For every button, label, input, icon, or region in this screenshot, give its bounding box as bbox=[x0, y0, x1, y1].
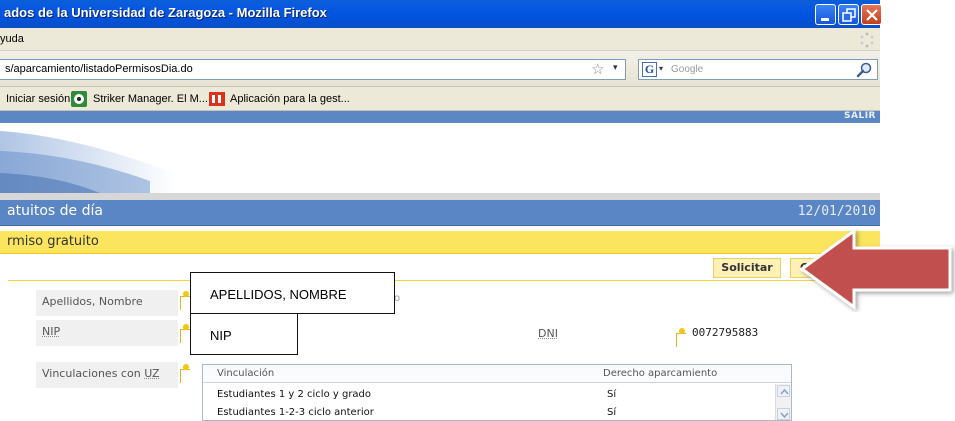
url-bar[interactable]: s/aparcamiento/listadoPermisosDia.do ☆ ▾ bbox=[0, 59, 626, 80]
vinculaciones-label: Vinculaciones con UZ bbox=[36, 362, 178, 388]
chevron-up-icon bbox=[780, 388, 789, 395]
uz-abbreviation: UZ bbox=[144, 367, 160, 380]
search-engine-icon[interactable]: G bbox=[642, 62, 657, 77]
table-cell: Sí bbox=[607, 407, 617, 418]
search-engine-dropdown-icon[interactable]: ▾ bbox=[659, 64, 663, 73]
current-date: 12/01/2010 bbox=[797, 204, 876, 219]
actions-divider bbox=[8, 280, 880, 281]
dni-label: DNI bbox=[538, 327, 558, 340]
throbber-icon bbox=[860, 32, 874, 48]
banner bbox=[0, 123, 880, 193]
logout-link[interactable]: SALIR bbox=[844, 111, 876, 121]
section-title-bar: rmiso gratuito bbox=[0, 231, 880, 254]
menu-help[interactable]: yuda bbox=[0, 33, 24, 45]
page-title: atuitos de día bbox=[7, 203, 103, 219]
search-icon[interactable] bbox=[856, 61, 874, 79]
minimize-icon bbox=[821, 18, 829, 21]
bookmarks-toolbar: Iniciar sesión Striker Manager. El M... … bbox=[0, 87, 880, 111]
scroll-up-button[interactable] bbox=[777, 385, 790, 397]
section-title: rmiso gratuito bbox=[7, 234, 99, 249]
table-scrollbar[interactable] bbox=[775, 384, 791, 420]
close-window-button[interactable] bbox=[861, 4, 882, 25]
window-title: ados de la Universidad de Zaragoza - Moz… bbox=[4, 5, 327, 20]
bookmark-striker-manager[interactable]: Striker Manager. El M... bbox=[93, 93, 208, 105]
nip-label-text: NIP bbox=[42, 325, 61, 338]
restore-icon bbox=[842, 8, 856, 22]
name-redaction-box: APELLIDOS, NOMBRE bbox=[190, 272, 395, 314]
close-icon bbox=[866, 9, 878, 21]
dni-value: 0072795883 bbox=[692, 326, 759, 339]
chevron-down-icon bbox=[780, 412, 789, 418]
gray-separator bbox=[0, 193, 880, 200]
bookmark-iniciar-sesion[interactable]: Iniciar sesión bbox=[6, 93, 70, 105]
table-header: Vinculación Derecho aparcamiento bbox=[203, 365, 791, 383]
table-cell: Estudiantes 1-2-3 ciclo anterior bbox=[217, 407, 374, 418]
column-vinculacion: Vinculación bbox=[217, 368, 275, 379]
banner-swoosh bbox=[0, 131, 175, 193]
annotation-arrow bbox=[799, 228, 952, 310]
dni-field-marker bbox=[676, 328, 686, 347]
nip-redaction-box: NIP bbox=[190, 313, 298, 355]
name-field-marker bbox=[180, 291, 190, 310]
menu-bar: yuda bbox=[0, 28, 880, 51]
page-title-bar: atuitos de día 12/01/2010 bbox=[0, 200, 880, 226]
nip-field-marker bbox=[180, 324, 190, 343]
nip-label: NIP bbox=[36, 320, 178, 346]
soccer-ball-icon bbox=[71, 91, 87, 107]
minimize-button[interactable] bbox=[815, 4, 836, 25]
vinculaciones-label-text: Vinculaciones con bbox=[42, 367, 145, 380]
url-history-dropdown-icon[interactable]: ▾ bbox=[613, 63, 618, 73]
solicitar-button[interactable]: Solicitar bbox=[713, 258, 781, 278]
name-label: Apellidos, Nombre bbox=[36, 290, 178, 316]
table-cell: Estudiantes 1 y 2 ciclo y grado bbox=[217, 389, 372, 400]
app-top-strip: SALIR bbox=[0, 111, 880, 123]
restore-button[interactable] bbox=[838, 4, 859, 25]
vinculaciones-field-marker bbox=[180, 364, 190, 383]
scroll-down-button[interactable] bbox=[777, 408, 790, 420]
column-derecho-aparcamiento: Derecho aparcamiento bbox=[603, 368, 718, 379]
search-box[interactable]: G ▾ Google bbox=[638, 59, 878, 80]
search-placeholder[interactable]: Google bbox=[671, 64, 703, 75]
app-logo-icon bbox=[209, 92, 225, 106]
bookmark-aplicacion[interactable]: Aplicación para la gest... bbox=[230, 93, 350, 105]
url-text[interactable]: s/aparcamiento/listadoPermisosDia.do bbox=[5, 63, 193, 75]
table-cell: Sí bbox=[607, 389, 617, 400]
window-titlebar: ados de la Universidad de Zaragoza - Moz… bbox=[0, 0, 882, 28]
navigation-toolbar: s/aparcamiento/listadoPermisosDia.do ☆ ▾… bbox=[0, 51, 880, 87]
bookmark-star-icon[interactable]: ☆ bbox=[591, 60, 604, 78]
vinculaciones-table: Vinculación Derecho aparcamiento Estudia… bbox=[202, 364, 792, 421]
